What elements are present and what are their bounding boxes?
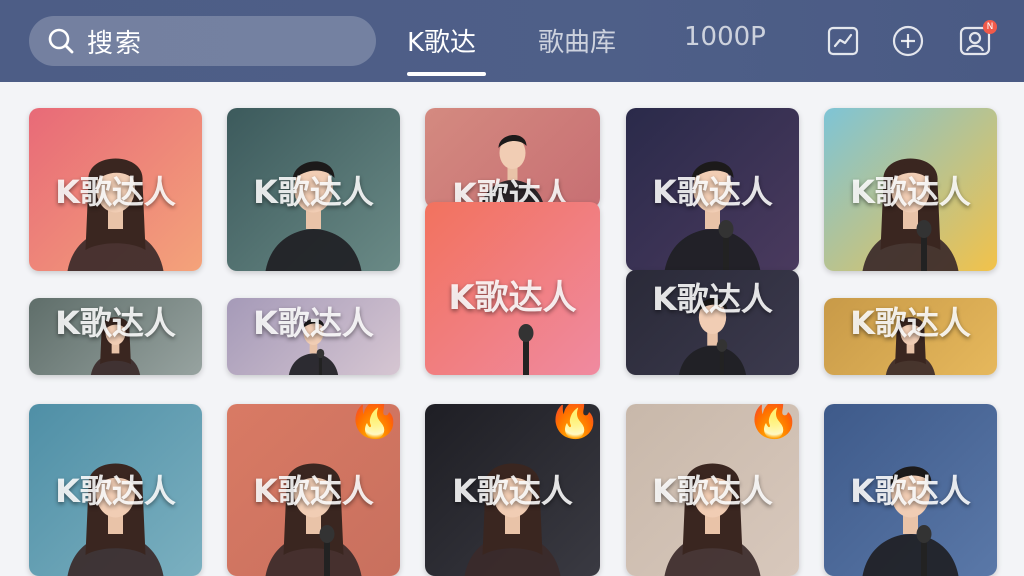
singer-card[interactable]: K歌达人 🔥: [626, 404, 799, 576]
card-title: K歌达人: [652, 472, 773, 510]
singer-card[interactable]: K歌达人: [227, 108, 400, 271]
tab-song-library[interactable]: 歌曲库: [538, 22, 616, 59]
singer-card[interactable]: K歌达人: [626, 108, 799, 271]
card-title: K歌达人: [850, 472, 971, 510]
add-circle-icon[interactable]: [891, 24, 925, 58]
search-icon: [48, 28, 74, 54]
card-title: K歌达人: [253, 472, 374, 510]
card-title: K歌达人: [850, 173, 971, 211]
singer-card[interactable]: K歌达人: [29, 298, 202, 375]
singer-card[interactable]: K歌达人: [626, 270, 799, 375]
singer-card[interactable]: K歌达人: [425, 108, 600, 208]
card-title: K歌达人: [253, 173, 374, 211]
singer-card[interactable]: K歌达人: [29, 108, 202, 271]
card-title: K歌达人: [652, 173, 773, 211]
singer-card[interactable]: K歌达人 🔥: [425, 404, 600, 576]
card-title: K歌达人: [55, 472, 176, 510]
singer-card[interactable]: K歌达人: [824, 404, 997, 576]
fire-icon: 🔥: [347, 404, 400, 441]
card-title: K歌达人: [55, 173, 176, 211]
card-title: K歌达人: [55, 304, 176, 342]
singer-card[interactable]: K歌达人: [227, 298, 400, 375]
singer-card[interactable]: K歌达人: [824, 298, 997, 375]
singer-card[interactable]: K歌达人: [425, 202, 600, 375]
fire-icon: 🔥: [547, 404, 600, 441]
card-title: K歌达人: [850, 304, 971, 342]
singer-card[interactable]: K歌达人: [29, 404, 202, 576]
tab-k-singer[interactable]: K歌达: [407, 22, 476, 59]
search-bar[interactable]: 搜索: [29, 16, 376, 66]
singer-card[interactable]: K歌达人 🔥: [227, 404, 400, 576]
card-title: K歌达人: [452, 472, 573, 510]
notification-badge: N: [983, 20, 997, 34]
card-title: K歌达人: [652, 280, 773, 318]
chart-icon[interactable]: [826, 24, 860, 58]
card-title: K歌达人: [448, 278, 577, 318]
card-title: K歌达人: [253, 304, 374, 342]
search-placeholder: 搜索: [87, 28, 144, 59]
top-navigation-bar: 搜索 K歌达 歌曲库 1000P N: [0, 0, 1024, 82]
active-tab-indicator: [407, 72, 486, 76]
tab-1000p[interactable]: 1000P: [684, 22, 766, 52]
fire-icon: 🔥: [746, 404, 799, 441]
singer-card[interactable]: K歌达人: [824, 108, 997, 271]
